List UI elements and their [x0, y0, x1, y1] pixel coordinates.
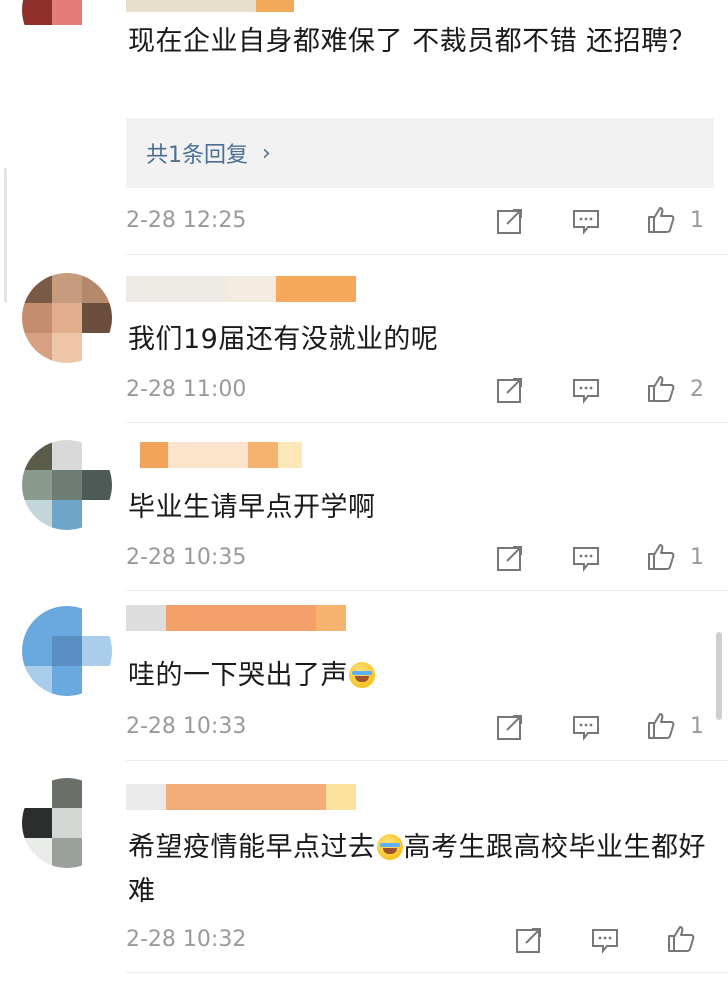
share-box-icon[interactable]: [495, 543, 525, 573]
comment-time: 2-28 10:35: [126, 545, 247, 570]
like-count: 1: [690, 208, 704, 233]
divider: [126, 590, 728, 591]
comment-time: 2-28 11:00: [126, 377, 247, 402]
comment-time: 2-28 10:32: [126, 927, 247, 952]
share-box-icon[interactable]: [495, 375, 525, 405]
username[interactable]: [126, 276, 356, 302]
sobbing-emoji: [376, 834, 403, 860]
username[interactable]: [126, 784, 356, 810]
divider: [126, 422, 728, 423]
share-box-icon[interactable]: [514, 925, 544, 955]
comment-text-content: 哇的一下哭出了声: [128, 660, 348, 691]
username[interactable]: [126, 0, 294, 12]
comment-bubble-icon[interactable]: [571, 712, 601, 742]
comment-bubble-icon[interactable]: [571, 375, 601, 405]
divider: [126, 254, 728, 255]
avatar[interactable]: [22, 778, 112, 868]
comment-text-part1: 希望疫情能早点过去: [128, 832, 376, 863]
comment-text: 毕业生请早点开学啊: [128, 492, 376, 523]
view-replies-link[interactable]: 共1条回复 ›: [126, 118, 714, 188]
thumbs-up-icon[interactable]: [666, 923, 696, 953]
thumbs-up-icon[interactable]: [646, 710, 676, 740]
chevron-right-icon: ›: [262, 140, 271, 166]
share-box-icon[interactable]: [495, 206, 525, 236]
avatar[interactable]: [22, 440, 112, 530]
comment-bubble-icon[interactable]: [590, 925, 620, 955]
share-box-icon[interactable]: [495, 712, 525, 742]
comment-text: 哇的一下哭出了声: [128, 654, 713, 698]
thumbs-up-icon[interactable]: [646, 541, 676, 571]
avatar[interactable]: [22, 0, 112, 55]
comment-bubble-icon[interactable]: [571, 206, 601, 236]
avatar[interactable]: [22, 273, 112, 363]
divider: [126, 972, 728, 973]
avatar[interactable]: [22, 606, 112, 696]
username[interactable]: [126, 605, 346, 631]
comment-time: 2-28 10:33: [126, 714, 247, 739]
comment-bubble-icon[interactable]: [571, 543, 601, 573]
divider: [126, 760, 728, 761]
comment-text: 我们19届还有没就业的呢: [128, 324, 439, 355]
like-count: 1: [690, 545, 704, 570]
comment-text: 希望疫情能早点过去 高考生跟高校毕业生都好难: [128, 826, 713, 914]
left-scroll-indicator: [4, 168, 7, 303]
thumbs-up-icon[interactable]: [646, 204, 676, 234]
username[interactable]: [126, 442, 302, 468]
thumbs-up-icon[interactable]: [646, 373, 676, 403]
like-count: 2: [690, 377, 704, 402]
comment-time: 2-28 12:25: [126, 208, 247, 233]
comment-text: 现在企业自身都难保了 不裁员都不错 还招聘？: [128, 26, 697, 57]
like-count: 1: [690, 714, 704, 739]
reply-count-label: 共1条回复: [146, 143, 248, 168]
crying-laughing-emoji: [349, 662, 375, 688]
scrollbar-thumb[interactable]: [716, 632, 722, 720]
